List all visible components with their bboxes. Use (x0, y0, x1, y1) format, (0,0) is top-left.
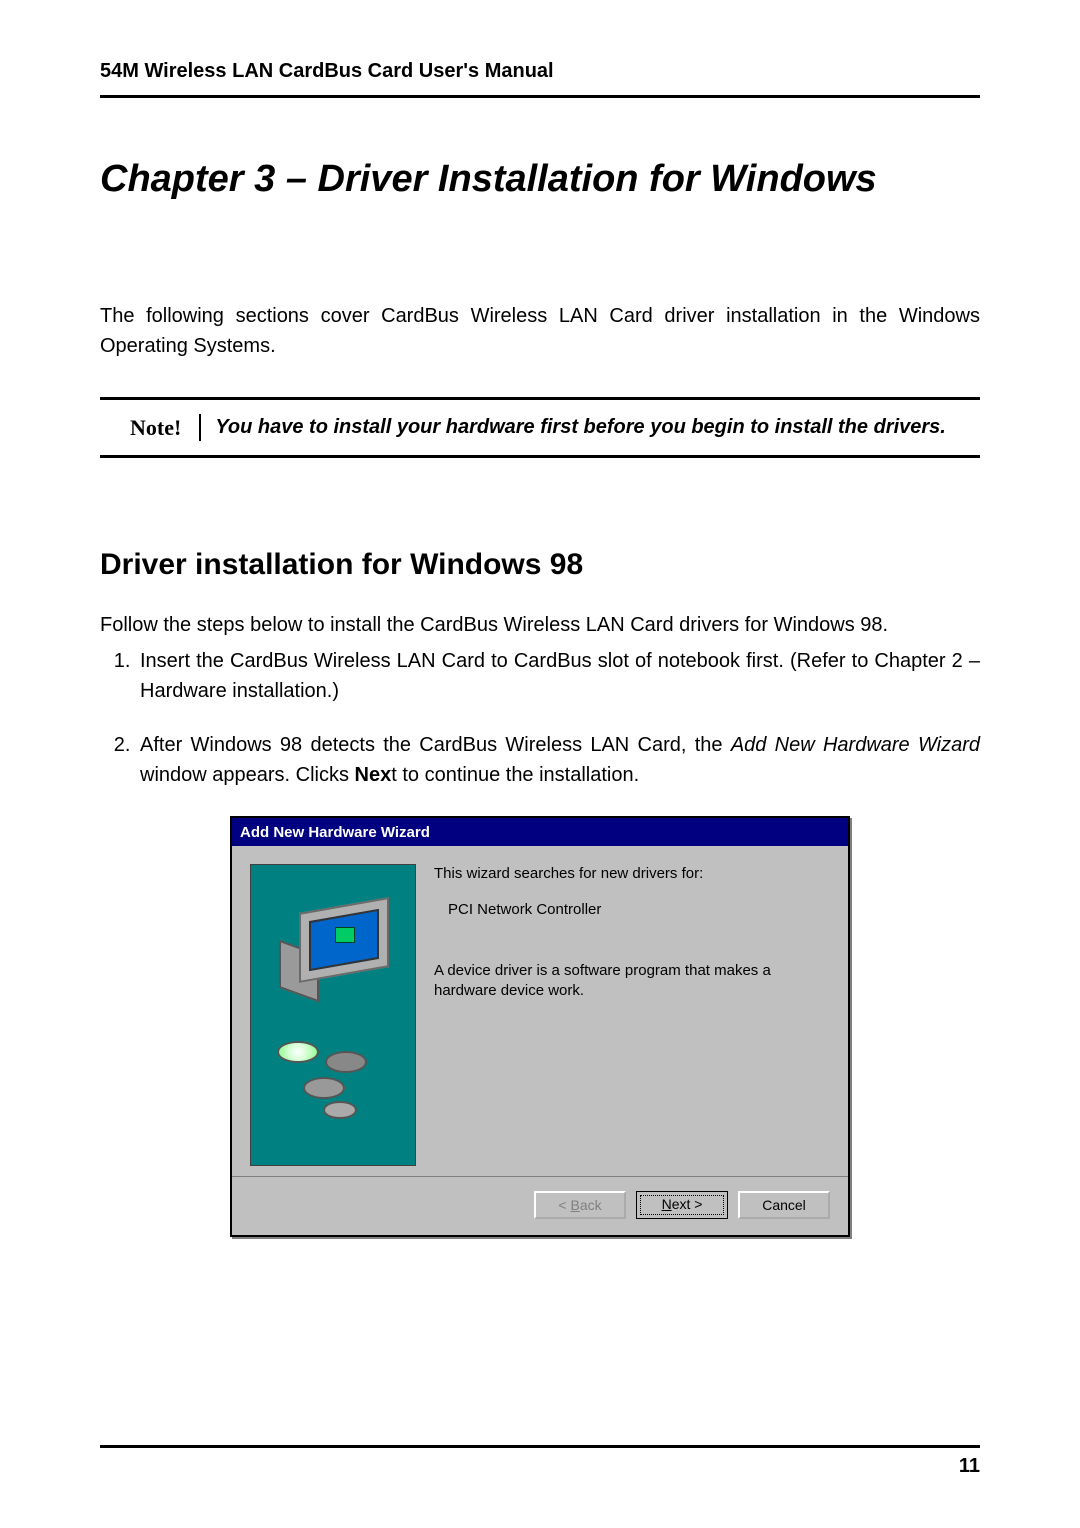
footer-rule (100, 1445, 980, 1448)
wizard-line1: This wizard searches for new drivers for… (434, 864, 830, 884)
disk-icon (325, 1051, 367, 1073)
wizard-body: This wizard searches for new drivers for… (232, 846, 848, 1176)
note-box: Note! You have to install your hardware … (100, 397, 980, 458)
step-text: t to continue the installation. (391, 764, 639, 786)
document-page: 54M Wireless LAN CardBus Card User's Man… (0, 0, 1080, 1528)
wizard-name-inline: Add New Hardware Wizard (731, 734, 980, 756)
back-pre: < (558, 1197, 570, 1213)
wizard-description: A device driver is a software program th… (434, 961, 830, 1002)
next-post: ext > (672, 1196, 703, 1212)
section-intro: Follow the steps below to install the Ca… (100, 610, 980, 640)
cancel-button[interactable]: Cancel (738, 1191, 830, 1219)
disk-icon (323, 1101, 357, 1119)
step-item: After Windows 98 detects the CardBus Wir… (136, 730, 980, 790)
intro-paragraph: The following sections cover CardBus Wir… (100, 301, 980, 361)
back-post: ack (580, 1197, 602, 1213)
next-hotkey: N (662, 1196, 672, 1212)
wizard-dialog: Add New Hardware Wizard This wizard sear… (230, 816, 850, 1237)
next-bold: Nex (355, 764, 392, 786)
step-text: window appears. Clicks (140, 764, 355, 786)
back-hotkey: B (570, 1197, 579, 1213)
note-label: Note! (130, 414, 201, 441)
wizard-graphic (250, 864, 416, 1166)
step-list: Insert the CardBus Wireless LAN Card to … (100, 646, 980, 790)
next-button[interactable]: Next > (636, 1191, 728, 1219)
wizard-title-bar: Add New Hardware Wizard (232, 818, 848, 846)
cd-icon (277, 1041, 319, 1063)
step-text: After Windows 98 detects the CardBus Wir… (140, 734, 731, 756)
step-item: Insert the CardBus Wireless LAN Card to … (136, 646, 980, 706)
section-title: Driver installation for Windows 98 (100, 548, 980, 582)
disk-icon (303, 1077, 345, 1099)
note-text: You have to install your hardware first … (201, 414, 950, 441)
wizard-figure: Add New Hardware Wizard This wizard sear… (100, 816, 980, 1237)
page-number: 11 (959, 1455, 980, 1478)
chapter-title: Chapter 3 – Driver Installation for Wind… (100, 158, 980, 201)
wizard-device: PCI Network Controller (434, 900, 830, 920)
wizard-text-area: This wizard searches for new drivers for… (416, 864, 830, 1166)
back-button[interactable]: < Back (534, 1191, 626, 1219)
wizard-button-row: < Back Next > Cancel (232, 1176, 848, 1235)
computer-icon (279, 905, 389, 995)
page-header: 54M Wireless LAN CardBus Card User's Man… (100, 60, 980, 98)
